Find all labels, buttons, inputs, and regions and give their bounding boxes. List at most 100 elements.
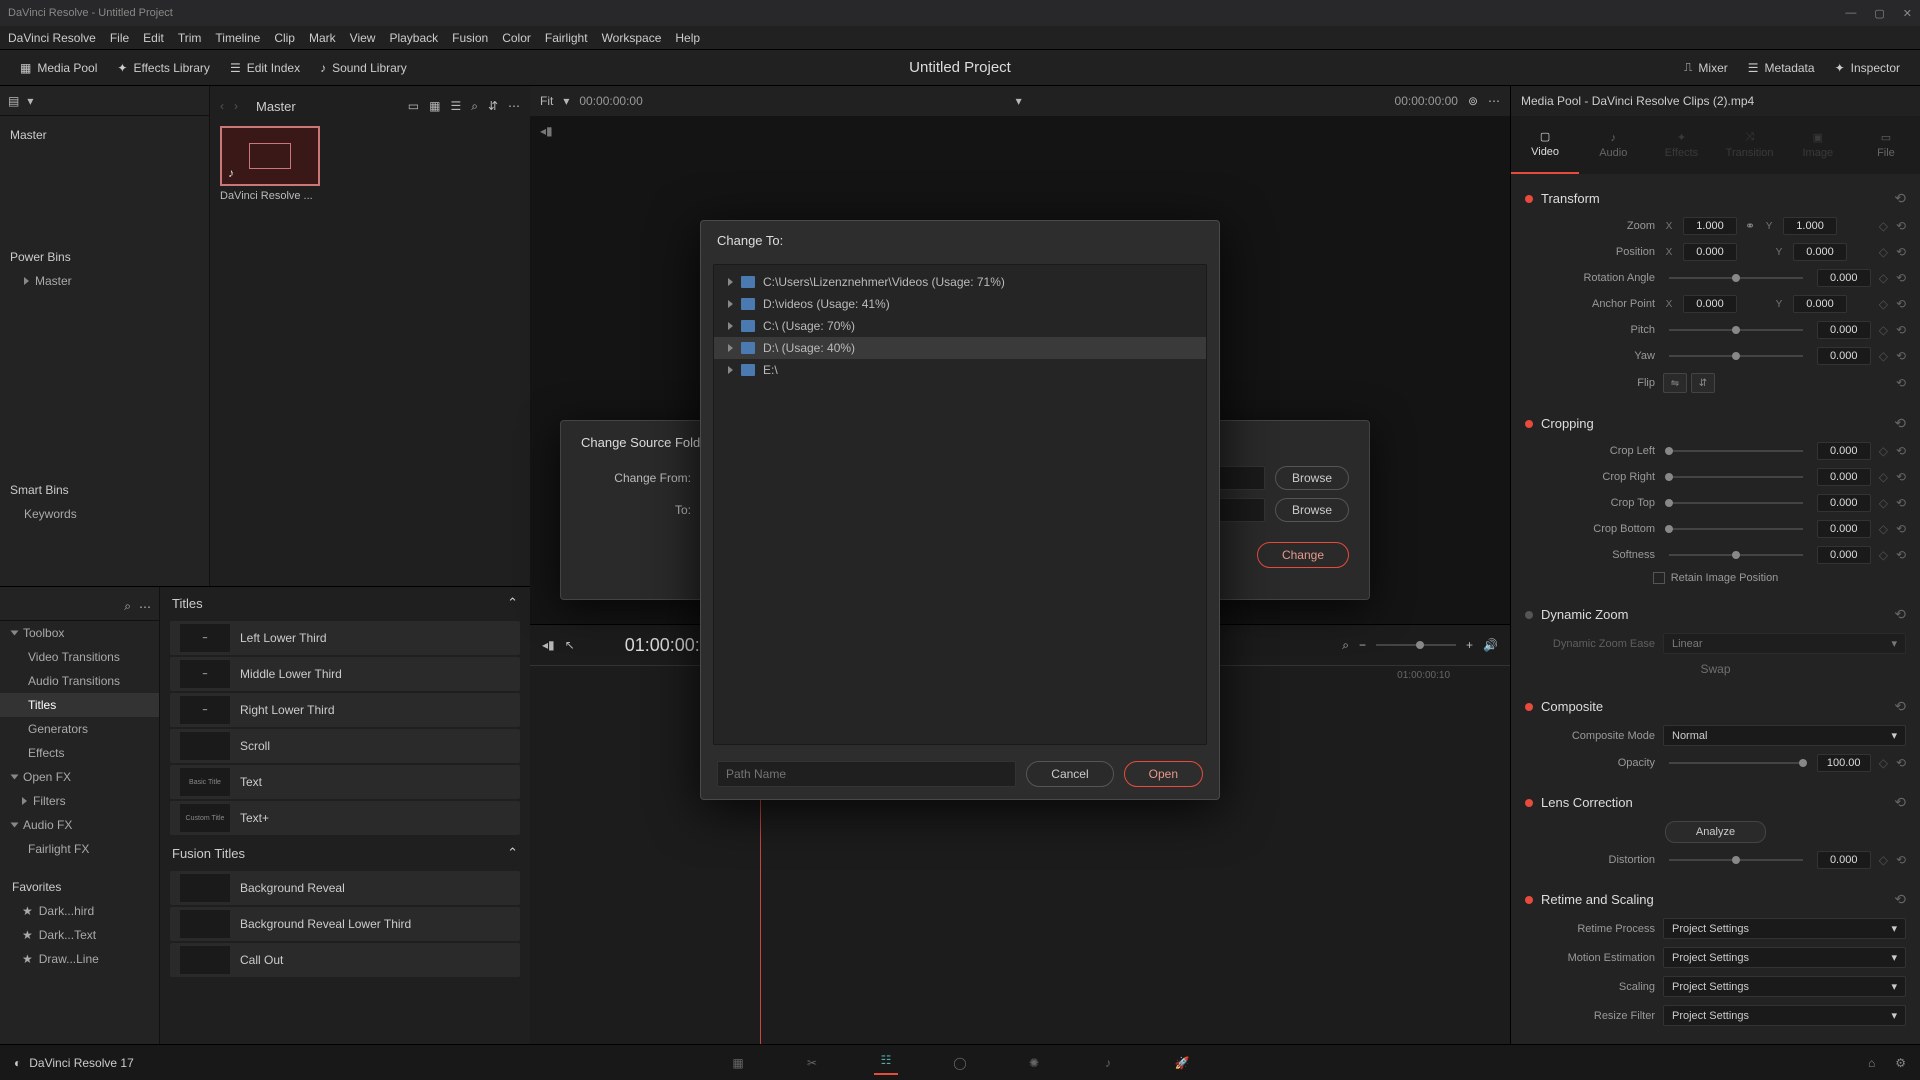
collapse-icon[interactable]: ⌃	[507, 595, 518, 611]
sound-library-button[interactable]: ♪ Sound Library	[310, 57, 417, 79]
sort-icon[interactable]: ⇵	[488, 99, 498, 113]
title-item[interactable]: ━Left Lower Third	[170, 621, 520, 655]
page-cut[interactable]: ✂	[800, 1051, 824, 1075]
tree-audiofx[interactable]: Audio FX	[0, 813, 159, 837]
retime-header[interactable]: Retime and Scaling	[1541, 892, 1886, 907]
zoom-out-icon[interactable]: −	[1359, 638, 1366, 652]
title-item[interactable]: ━Right Lower Third	[170, 693, 520, 727]
zoom-x-input[interactable]: 1.000	[1683, 217, 1737, 235]
view-list-icon[interactable]: ☰	[450, 99, 461, 113]
tree-item-selected[interactable]: D:\ (Usage: 40%)	[714, 337, 1206, 359]
page-color[interactable]: ✺	[1022, 1051, 1046, 1075]
smart-bin-keywords[interactable]: Keywords	[10, 501, 199, 527]
title-item[interactable]: Background Reveal Lower Third	[170, 907, 520, 941]
mixer-button[interactable]: ⎍ Mixer	[1674, 56, 1738, 79]
tab-audio[interactable]: ♪Audio	[1579, 116, 1647, 174]
crop-bottom-input[interactable]: 0.000	[1817, 520, 1871, 538]
minimize-icon[interactable]: —	[1845, 7, 1856, 20]
title-item[interactable]: Custom TitleText+	[170, 801, 520, 835]
change-button[interactable]: Change	[1257, 542, 1349, 568]
effects-search-icon[interactable]: ⌕	[124, 599, 131, 614]
viewer-more-icon[interactable]: ⋯	[1488, 94, 1500, 108]
retain-checkbox[interactable]: Retain Image Position	[1525, 568, 1906, 588]
tree-effects[interactable]: Effects	[0, 741, 159, 765]
home-icon[interactable]: ⌂	[1868, 1056, 1875, 1070]
menu-clip[interactable]: Clip	[274, 31, 295, 45]
link-icon[interactable]: ⚭	[1745, 219, 1755, 233]
dynamic-zoom-header[interactable]: Dynamic Zoom	[1541, 607, 1886, 622]
cropping-header[interactable]: Cropping	[1541, 416, 1886, 431]
yaw-input[interactable]: 0.000	[1817, 347, 1871, 365]
composite-header[interactable]: Composite	[1541, 699, 1886, 714]
softness-input[interactable]: 0.000	[1817, 546, 1871, 564]
bin-master[interactable]: Master	[10, 124, 199, 146]
menu-fusion[interactable]: Fusion	[452, 31, 488, 45]
tree-item[interactable]: C:\Users\Lizenznehmer\Videos (Usage: 71%…	[714, 271, 1206, 293]
pos-y-input[interactable]: 0.000	[1793, 243, 1847, 261]
distortion-input[interactable]: 0.000	[1817, 851, 1871, 869]
page-edit[interactable]: ☷	[874, 1051, 898, 1075]
viewer-dropdown-icon[interactable]: ▾	[1016, 94, 1022, 108]
zoom-search-icon[interactable]: ⌕	[1342, 638, 1349, 653]
effects-library-button[interactable]: ✦ Effects Library	[107, 57, 220, 79]
anchor-x-input[interactable]: 0.000	[1683, 295, 1737, 313]
swap-button[interactable]: Swap	[1700, 662, 1730, 676]
tree-generators[interactable]: Generators	[0, 717, 159, 741]
menu-edit[interactable]: Edit	[143, 31, 164, 45]
speaker-icon[interactable]: 🔊	[1483, 638, 1498, 652]
tree-video-transitions[interactable]: Video Transitions	[0, 645, 159, 669]
zoom-in-icon[interactable]: +	[1466, 638, 1473, 652]
transform-header[interactable]: Transform	[1541, 191, 1886, 206]
cancel-button[interactable]: Cancel	[1026, 761, 1113, 787]
menu-timeline[interactable]: Timeline	[215, 31, 260, 45]
menu-view[interactable]: View	[350, 31, 376, 45]
view-strip-icon[interactable]: ▭	[408, 99, 419, 113]
tree-filters[interactable]: Filters	[0, 789, 159, 813]
viewer-sync-icon[interactable]: ⊚	[1468, 94, 1478, 108]
flip-h-button[interactable]: ⇋	[1663, 373, 1687, 393]
title-item[interactable]: Call Out	[170, 943, 520, 977]
retime-process-select[interactable]: Project Settings▾	[1663, 918, 1906, 939]
menu-playback[interactable]: Playback	[389, 31, 438, 45]
pitch-input[interactable]: 0.000	[1817, 321, 1871, 339]
reset-row-icon[interactable]: ⟲	[1896, 219, 1906, 233]
menu-trim[interactable]: Trim	[178, 31, 202, 45]
metadata-button[interactable]: ☰ Metadata	[1738, 56, 1825, 79]
crop-top-input[interactable]: 0.000	[1817, 494, 1871, 512]
page-fusion[interactable]: ◯	[948, 1051, 972, 1075]
tab-file[interactable]: ▭File	[1852, 116, 1920, 174]
title-item[interactable]: Basic TitleText	[170, 765, 520, 799]
fit-dropdown[interactable]: Fit	[540, 94, 553, 108]
bin-layout-icon[interactable]: ▤	[8, 94, 19, 108]
tree-audio-transitions[interactable]: Audio Transitions	[0, 669, 159, 693]
step-back-icon[interactable]: ◂▮	[530, 116, 1510, 146]
effects-more-icon[interactable]: ⋯	[139, 600, 151, 614]
reset-icon[interactable]: ⟲	[1894, 190, 1906, 207]
breadcrumb-master[interactable]: Master	[248, 97, 304, 116]
view-grid-icon[interactable]: ▦	[429, 99, 440, 113]
resize-filter-select[interactable]: Project Settings▾	[1663, 1005, 1906, 1026]
collapse-icon[interactable]: ⌃	[507, 845, 518, 861]
anchor-y-input[interactable]: 0.000	[1793, 295, 1847, 313]
menu-help[interactable]: Help	[675, 31, 700, 45]
page-deliver[interactable]: 🚀	[1170, 1051, 1194, 1075]
power-bin-master[interactable]: Master	[10, 268, 199, 294]
title-item[interactable]: ━Middle Lower Third	[170, 657, 520, 691]
tree-item[interactable]: C:\ (Usage: 70%)	[714, 315, 1206, 337]
rotation-input[interactable]: 0.000	[1817, 269, 1871, 287]
menu-color[interactable]: Color	[502, 31, 531, 45]
page-media[interactable]: ▦	[726, 1051, 750, 1075]
menu-file[interactable]: File	[110, 31, 129, 45]
menu-davinci[interactable]: DaVinci Resolve	[8, 31, 96, 45]
fav-2[interactable]: ★ Dark...Text	[0, 923, 159, 947]
nav-back-icon[interactable]: ‹	[220, 99, 224, 113]
page-fairlight[interactable]: ♪	[1096, 1051, 1120, 1075]
media-pool-button[interactable]: ▦ Media Pool	[10, 57, 107, 79]
tree-titles[interactable]: Titles	[0, 693, 159, 717]
tree-fairlightfx[interactable]: Fairlight FX	[0, 837, 159, 861]
opacity-input[interactable]: 100.00	[1817, 754, 1871, 772]
composite-mode-select[interactable]: Normal▾	[1663, 725, 1906, 746]
motion-est-select[interactable]: Project Settings▾	[1663, 947, 1906, 968]
tab-video[interactable]: ▢Video	[1511, 116, 1579, 174]
gear-icon[interactable]: ⚙	[1895, 1056, 1906, 1070]
